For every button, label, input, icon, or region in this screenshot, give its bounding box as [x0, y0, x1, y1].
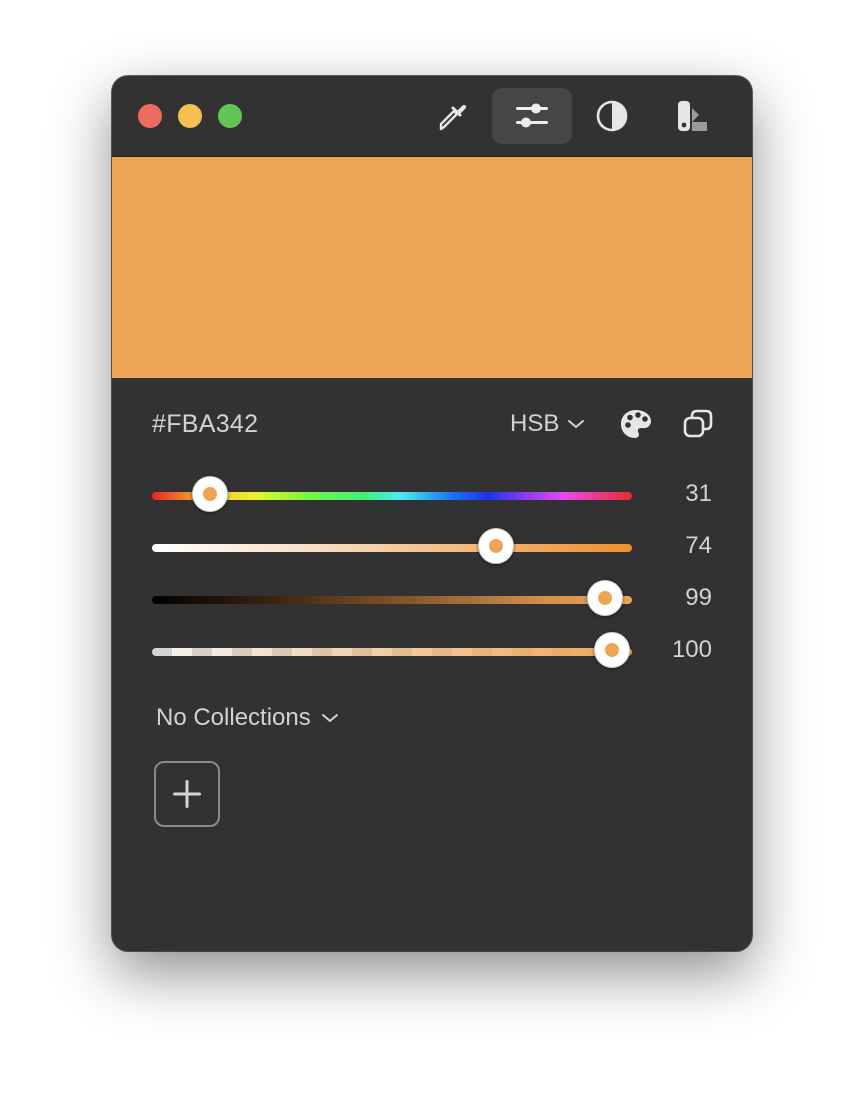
zoom-window-button[interactable]	[218, 104, 242, 128]
color-model-dropdown[interactable]: HSB	[510, 410, 585, 438]
saturation-track[interactable]	[152, 544, 632, 552]
palette-button[interactable]	[618, 406, 654, 442]
color-preview-swatch	[112, 157, 752, 378]
saturation-thumb[interactable]	[478, 528, 515, 564]
opacity-thumb[interactable]	[593, 632, 630, 668]
title-bar	[112, 76, 752, 157]
brightness-thumb[interactable]	[587, 580, 624, 616]
hue-thumb[interactable]	[191, 476, 228, 512]
chevron-down-icon	[568, 420, 585, 428]
collections-label: No Collections	[156, 704, 311, 731]
minimize-window-button[interactable]	[178, 104, 202, 128]
eyedropper-icon	[439, 104, 467, 131]
color-model-label: HSB	[510, 410, 560, 437]
opacity-track[interactable]	[152, 648, 632, 656]
contrast-tool-button[interactable]	[572, 88, 652, 144]
palette-swatch-icon	[678, 101, 707, 131]
brightness-value[interactable]: 99	[642, 584, 712, 612]
brightness-track[interactable]	[152, 596, 632, 604]
opacity-value[interactable]: 100	[642, 636, 712, 664]
sliders-icon	[516, 103, 548, 128]
copy-icon	[683, 409, 713, 438]
contrast-icon	[596, 100, 628, 132]
chevron-down-icon	[321, 714, 338, 722]
saturation-slider[interactable]: 74	[152, 528, 712, 568]
saturation-value[interactable]: 74	[642, 532, 712, 560]
sliders-tool-button[interactable]	[492, 88, 572, 144]
hue-value[interactable]: 31	[642, 480, 712, 508]
hex-value-label[interactable]: #FBA342	[152, 410, 258, 439]
collections-dropdown[interactable]: No Collections	[156, 704, 339, 732]
add-color-button[interactable]	[154, 761, 220, 827]
palettes-tool-button[interactable]	[652, 88, 732, 144]
copy-button[interactable]	[680, 406, 716, 442]
plus-icon	[173, 780, 201, 808]
close-window-button[interactable]	[138, 104, 162, 128]
color-picker-window: #FBA342 HSB 31 74 99 100 No Collections	[112, 76, 752, 951]
eyedropper-tool-button[interactable]	[412, 88, 492, 144]
artist-palette-icon	[621, 410, 651, 438]
brightness-slider[interactable]: 99	[152, 580, 712, 620]
opacity-slider[interactable]: 100	[152, 632, 712, 672]
hue-slider[interactable]: 31	[152, 476, 712, 516]
